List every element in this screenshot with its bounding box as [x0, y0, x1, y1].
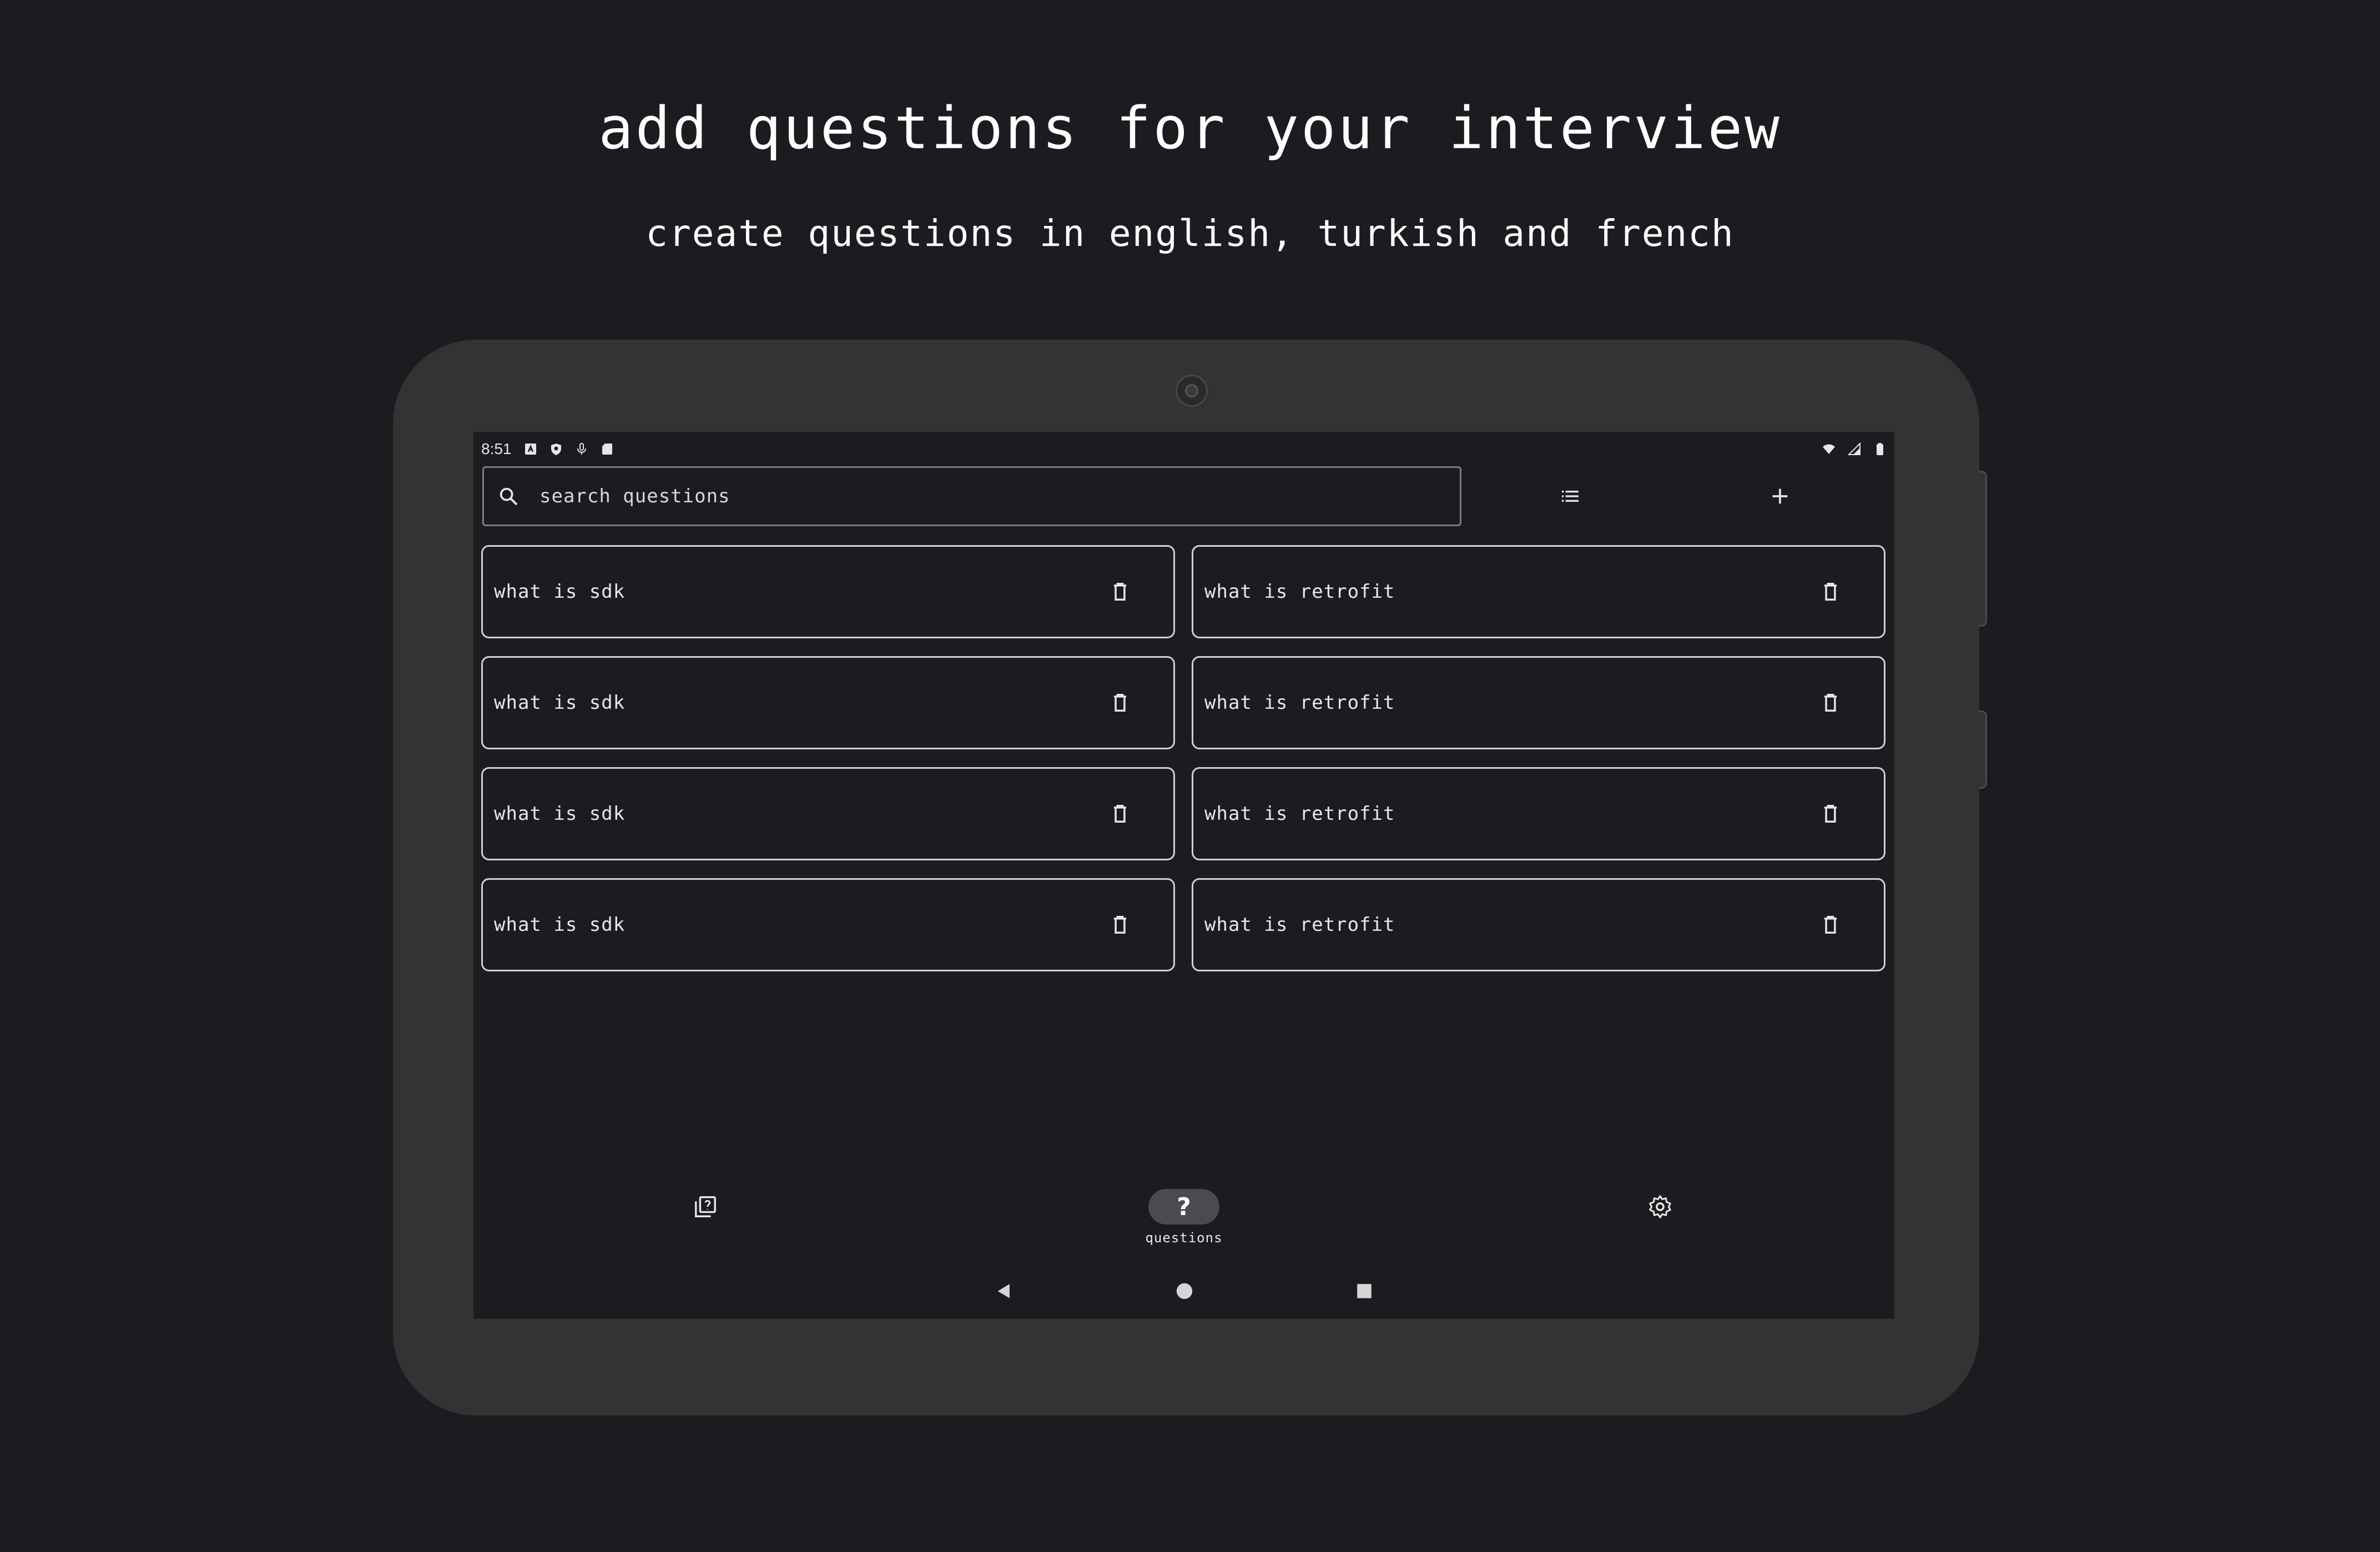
question-text: what is retrofit [1204, 803, 1395, 825]
recents-icon [1357, 1284, 1371, 1298]
delete-button[interactable] [1815, 909, 1846, 940]
question-card[interactable]: what is sdk [481, 545, 1175, 638]
trash-icon [1824, 694, 1837, 712]
trash-icon [1113, 694, 1127, 712]
add-question-button[interactable] [1758, 474, 1802, 518]
delete-button[interactable] [1105, 576, 1136, 607]
question-card[interactable]: what is retrofit [1192, 545, 1885, 638]
promo-subline: create questions in english, turkish and… [646, 212, 1734, 255]
question-card[interactable]: what is retrofit [1192, 656, 1885, 749]
question-card[interactable]: what is sdk [481, 767, 1175, 860]
promo-headline: add questions for your interview [598, 94, 1782, 162]
back-icon [997, 1284, 1010, 1298]
search-placeholder: search questions [539, 485, 730, 507]
search-icon [500, 487, 518, 506]
question-text: what is sdk [494, 803, 626, 825]
question-card[interactable]: what is sdk [481, 878, 1175, 971]
search-field[interactable]: search questions [482, 466, 1461, 526]
question-mark-icon: ? [1177, 1192, 1191, 1221]
delete-button[interactable] [1815, 798, 1846, 829]
question-card[interactable]: what is retrofit [1192, 878, 1885, 971]
trash-icon [1824, 916, 1837, 934]
home-button[interactable] [1173, 1280, 1196, 1302]
add-icon [1772, 488, 1788, 504]
list-view-button[interactable] [1548, 474, 1592, 518]
wifi-icon [1823, 444, 1835, 454]
power-button [1979, 711, 1987, 789]
delete-button[interactable] [1105, 687, 1136, 718]
app-screen: 8:51 search questions what is sdk what i… [473, 432, 1894, 1319]
bottom-navigation: ? questions [473, 1187, 1894, 1253]
volume-button [1979, 471, 1987, 627]
delete-button[interactable] [1105, 909, 1136, 940]
delete-button[interactable] [1815, 687, 1846, 718]
trash-icon [1113, 916, 1127, 934]
nav-item-questions[interactable]: ? questions [1123, 1187, 1245, 1253]
mic-icon [577, 443, 586, 455]
nav-label-questions: questions [1145, 1230, 1223, 1246]
status-left: 8:51 [481, 440, 614, 458]
nav-item-quiz[interactable] [644, 1187, 767, 1253]
back-button[interactable] [993, 1280, 1015, 1302]
question-text: what is retrofit [1204, 581, 1395, 603]
question-text: what is sdk [494, 692, 626, 714]
nav-pill [1625, 1189, 1696, 1225]
home-icon [1176, 1283, 1193, 1299]
trash-icon [1113, 583, 1127, 601]
camera-icon [1176, 375, 1208, 407]
system-navigation-bar [473, 1272, 1894, 1311]
signal-icon [1848, 442, 1860, 455]
battery-icon [1877, 443, 1883, 455]
question-card[interactable]: what is retrofit [1192, 767, 1885, 860]
shield-icon [551, 444, 561, 455]
settings-icon [1649, 1195, 1671, 1218]
delete-button[interactable] [1105, 798, 1136, 829]
recents-button[interactable] [1353, 1280, 1375, 1302]
trash-icon [1824, 583, 1837, 601]
sd-card-icon [602, 444, 612, 455]
question-text: what is retrofit [1204, 692, 1395, 714]
question-card[interactable]: what is sdk [481, 656, 1175, 749]
status-right [1822, 442, 1887, 456]
trash-icon [1113, 805, 1127, 823]
list-icon [1562, 491, 1579, 502]
quiz-icon [695, 1196, 716, 1217]
question-text: what is sdk [494, 581, 626, 603]
question-text: what is retrofit [1204, 914, 1395, 936]
app-icon [525, 444, 536, 455]
nav-pill [670, 1189, 741, 1225]
trash-icon [1824, 805, 1837, 823]
delete-button[interactable] [1815, 576, 1846, 607]
question-text: what is sdk [494, 914, 626, 936]
status-bar: 8:51 [481, 435, 1887, 463]
status-time: 8:51 [481, 440, 512, 457]
nav-pill-active: ? [1148, 1189, 1219, 1225]
nav-item-settings[interactable] [1599, 1187, 1721, 1253]
